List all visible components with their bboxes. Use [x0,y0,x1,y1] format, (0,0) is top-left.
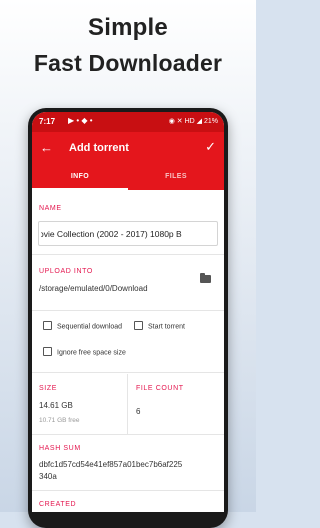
hash-sum-line2: 340a [39,472,57,481]
app-toolbar: ← Add torrent ✓ [32,132,224,164]
start-torrent-checkbox[interactable]: Start torrent [134,321,185,331]
ignore-free-space-checkbox[interactable]: Ignore free space size [43,347,126,357]
back-arrow-icon[interactable]: ← [40,140,53,155]
upload-into-label: UPLOAD INTO [39,268,93,275]
system-status-icons: ◉ ✕ HD ◢ 21% [168,118,218,125]
toolbar-title: Add torrent [69,142,129,154]
upload-path[interactable]: /storage/emulated/0/Download [39,284,148,293]
hash-sum-line1: dbfc1d57cd54e41ef857a01bec7b6af225 [39,460,183,469]
file-count-value: 6 [136,407,141,416]
tab-files[interactable]: FILES [128,173,224,180]
start-torrent-label: Start torrent [148,323,185,331]
section-divider [32,254,224,255]
confirm-check-icon[interactable]: ✓ [205,139,216,155]
promo-headline-line1: Simple [88,14,168,41]
promo-headline-line2: Fast Downloader [33,50,223,76]
checkbox-icon[interactable] [134,321,143,330]
ignore-free-space-label: Ignore free space size [57,349,126,357]
checkbox-icon[interactable] [43,321,52,330]
file-count-label: FILE COUNT [136,385,184,392]
section-divider [32,490,224,491]
free-space-value: 10.71 GB free [39,417,80,424]
hash-sum-label: HASH SUM [39,445,81,452]
section-divider [32,372,224,373]
created-label: CREATED [39,501,77,508]
status-time: 7:17 [39,117,56,126]
status-bar: 7:17 ▶ • ◆ • ◉ ✕ HD ◢ 21% [32,112,224,132]
size-value: 14.61 GB [39,401,73,410]
column-divider [127,374,128,434]
folder-icon[interactable] [200,273,211,283]
name-label: NAME [39,205,62,212]
active-tab-indicator [32,188,128,190]
name-field[interactable] [38,221,218,246]
sequential-download-checkbox[interactable]: Sequential download [43,321,122,331]
phone-screen: 7:17 ▶ • ◆ • ◉ ✕ HD ◢ 21% ← Add torrent … [32,112,224,512]
tab-bar: INFO FILES [32,164,224,190]
sequential-download-label: Sequential download [57,323,122,331]
notification-icons: ▶ • ◆ • [68,116,93,125]
tab-info[interactable]: INFO [32,173,128,180]
section-divider [32,434,224,435]
checkbox-icon[interactable] [43,347,52,356]
name-input[interactable] [39,222,217,245]
size-label: SIZE [39,385,57,392]
section-divider [32,310,224,311]
